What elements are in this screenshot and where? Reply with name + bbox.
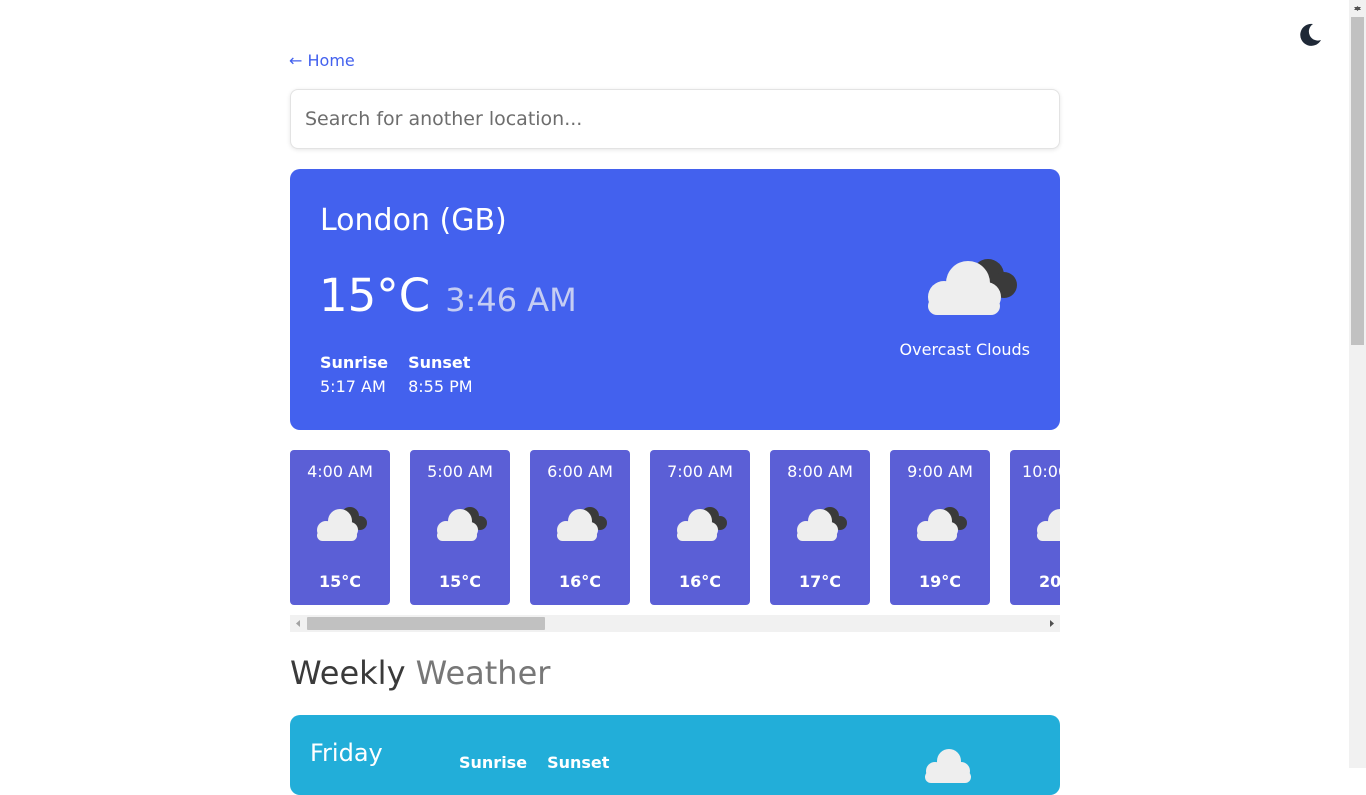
hourly-card: 6:00 AM 16°C (530, 450, 630, 605)
weekly-title-part1: Weekly (290, 654, 406, 692)
scroll-left-arrow-icon[interactable] (290, 615, 307, 632)
overcast-clouds-icon (437, 507, 487, 541)
hour-temperature: 15°C (438, 572, 481, 591)
condition-label: Overcast Clouds (899, 340, 1030, 359)
location-search-input[interactable] (290, 89, 1060, 149)
hour-temperature: 20°C (1038, 572, 1060, 591)
sunset-block: Sunset 8:55 PM (408, 353, 472, 396)
hourly-card: 10:00 AM 20°C (1010, 450, 1060, 605)
sunrise-block: Sunrise 5:17 AM (320, 353, 388, 396)
overcast-clouds-icon (797, 507, 847, 541)
scroll-right-arrow-icon[interactable] (1043, 615, 1060, 632)
sun-times: Sunrise 5:17 AM Sunset 8:55 PM (320, 353, 473, 396)
sunrise-label: Sunrise (320, 353, 389, 372)
hourly-card: 9:00 AM 19°C (890, 450, 990, 605)
hourly-list: 4:00 AM 15°C 5:00 AM 15°C 6:00 AM 16°C 7… (290, 450, 1060, 605)
hour-time: 9:00 AM (907, 462, 973, 481)
overcast-clouds-icon (925, 749, 971, 783)
weekly-title-part2: Weather (415, 654, 551, 692)
city-name: London (GB) (320, 203, 507, 238)
sunset-time: 8:55 PM (408, 377, 473, 396)
overcast-clouds-icon (917, 507, 967, 541)
hour-temperature: 17°C (798, 572, 841, 591)
page-scrollbar[interactable] (1349, 0, 1366, 768)
scroll-down-arrow-icon[interactable] (1349, 0, 1366, 17)
day-name: Friday (310, 739, 383, 767)
hourly-card: 7:00 AM 16°C (650, 450, 750, 605)
hour-temperature: 15°C (318, 572, 361, 591)
day-sunset-label: Sunset (547, 753, 610, 772)
day-sunrise-label: Sunrise (459, 753, 528, 772)
hour-temperature: 16°C (558, 572, 601, 591)
temperature-row: 15°C 3:46 AM (319, 269, 577, 322)
hourly-scrollbar[interactable] (290, 615, 1060, 632)
weekly-weather-heading: Weekly Weather (290, 654, 550, 692)
hour-time: 8:00 AM (787, 462, 853, 481)
overcast-clouds-icon (317, 507, 367, 541)
hour-time: 5:00 AM (427, 462, 493, 481)
hourly-card: 8:00 AM 17°C (770, 450, 870, 605)
sunrise-time: 5:17 AM (320, 377, 386, 396)
theme-toggle-button[interactable] (1297, 22, 1323, 48)
hour-time: 6:00 AM (547, 462, 613, 481)
hour-time: 10:00 AM (1022, 462, 1060, 481)
overcast-clouds-icon (1037, 509, 1060, 541)
hourly-card: 5:00 AM 15°C (410, 450, 510, 605)
page-scrollbar-thumb[interactable] (1351, 17, 1364, 345)
local-time: 3:46 AM (445, 281, 577, 319)
daily-forecast-card: Friday Sunrise Sunset (290, 715, 1060, 795)
overcast-clouds-icon (928, 259, 1017, 315)
home-link[interactable]: ← Home (289, 51, 355, 70)
hourly-card: 4:00 AM 15°C (290, 450, 390, 605)
hour-temperature: 16°C (678, 572, 721, 591)
current-weather-card: London (GB) 15°C 3:46 AM Sunrise 5:17 AM… (290, 169, 1060, 430)
hourly-forecast: 4:00 AM 15°C 5:00 AM 15°C 6:00 AM 16°C 7… (290, 450, 1060, 632)
overcast-clouds-icon (557, 507, 607, 541)
moon-icon (1300, 23, 1321, 46)
hour-temperature: 19°C (918, 572, 961, 591)
day-sun-times: Sunrise Sunset (459, 753, 609, 772)
sunset-label: Sunset (408, 353, 471, 372)
hourly-scrollbar-thumb[interactable] (307, 617, 545, 630)
overcast-clouds-icon (677, 507, 727, 541)
hour-time: 7:00 AM (667, 462, 733, 481)
current-temperature: 15°C (319, 269, 431, 322)
hour-time: 4:00 AM (307, 462, 373, 481)
